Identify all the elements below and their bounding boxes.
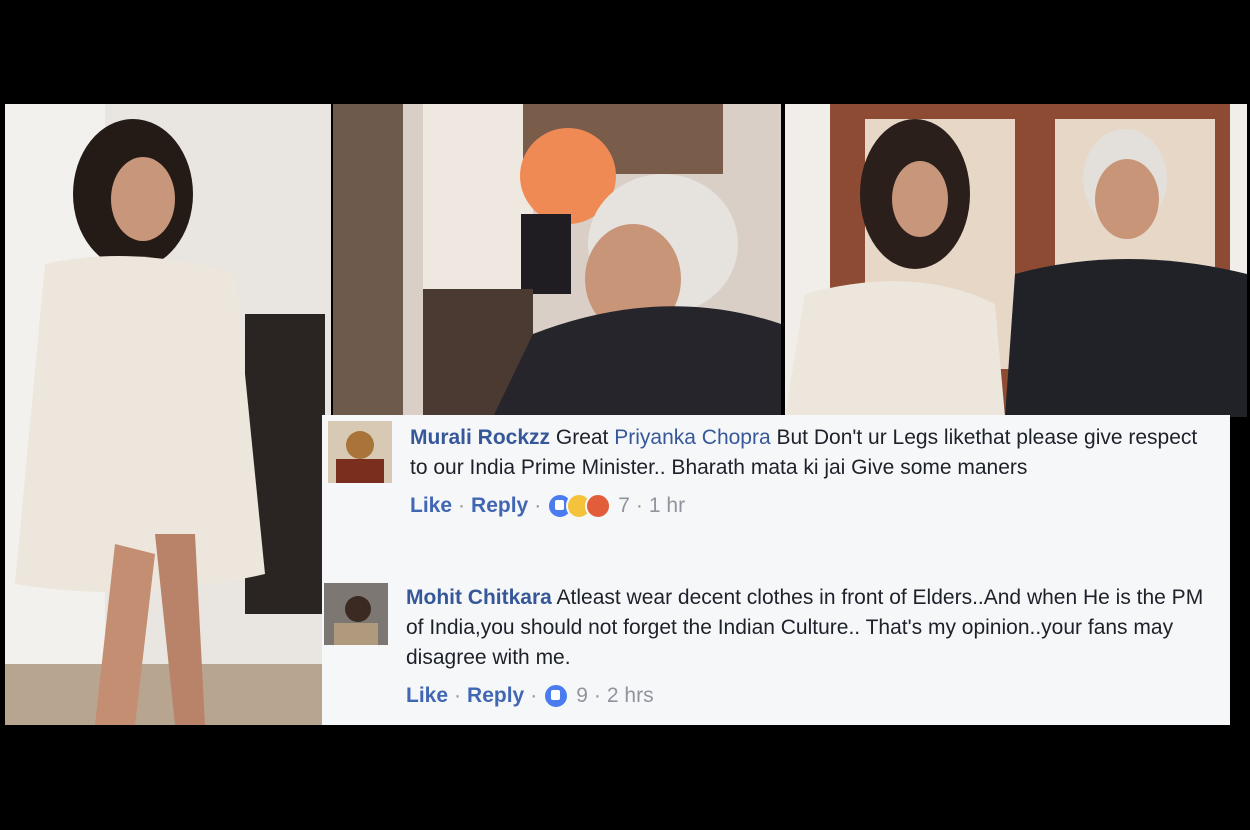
photo-two-standing xyxy=(785,104,1247,417)
avatar[interactable] xyxy=(324,583,388,645)
separator-dot: · xyxy=(458,494,466,517)
like-link[interactable]: Like xyxy=(406,681,448,711)
reply-link[interactable]: Reply xyxy=(471,491,528,521)
separator-dot: · xyxy=(530,684,538,707)
separator-dot: · xyxy=(534,494,542,517)
reaction-icons[interactable] xyxy=(543,683,570,709)
comment-panel: Murali Rockzz Great Priyanka Chopra But … xyxy=(322,415,1230,725)
mention-link[interactable]: Priyanka Chopra xyxy=(614,426,770,449)
comment-text: Murali Rockzz Great Priyanka Chopra But … xyxy=(410,423,1210,483)
separator-dot: · xyxy=(635,494,643,517)
comment-actions: Like · Reply · 7 · 1 hr xyxy=(410,491,1210,521)
angry-icon xyxy=(585,493,612,519)
comment-text-part: Great xyxy=(550,426,615,449)
comment-time[interactable]: 2 hrs xyxy=(607,681,654,711)
photo-woman-seated xyxy=(5,104,331,725)
reply-link[interactable]: Reply xyxy=(467,681,524,711)
reaction-count[interactable]: 7 xyxy=(618,491,630,521)
comment-text: Mohit Chitkara Atleast wear decent cloth… xyxy=(406,583,1210,673)
reaction-icons[interactable] xyxy=(547,493,612,519)
comment-2: Mohit Chitkara Atleast wear decent cloth… xyxy=(322,575,1230,725)
comment-1: Murali Rockzz Great Priyanka Chopra But … xyxy=(322,415,1230,565)
separator-dot: · xyxy=(593,684,601,707)
separator-dot: · xyxy=(454,684,462,707)
comment-time[interactable]: 1 hr xyxy=(649,491,685,521)
reaction-count[interactable]: 9 xyxy=(576,681,588,711)
like-link[interactable]: Like xyxy=(410,491,452,521)
like-icon xyxy=(543,683,570,709)
comment-author[interactable]: Murali Rockzz xyxy=(410,426,550,449)
photo-man-seated xyxy=(333,104,781,417)
avatar[interactable] xyxy=(328,421,392,483)
comment-actions: Like · Reply · 9 · 2 hrs xyxy=(406,681,1210,711)
comment-author[interactable]: Mohit Chitkara xyxy=(406,586,552,609)
